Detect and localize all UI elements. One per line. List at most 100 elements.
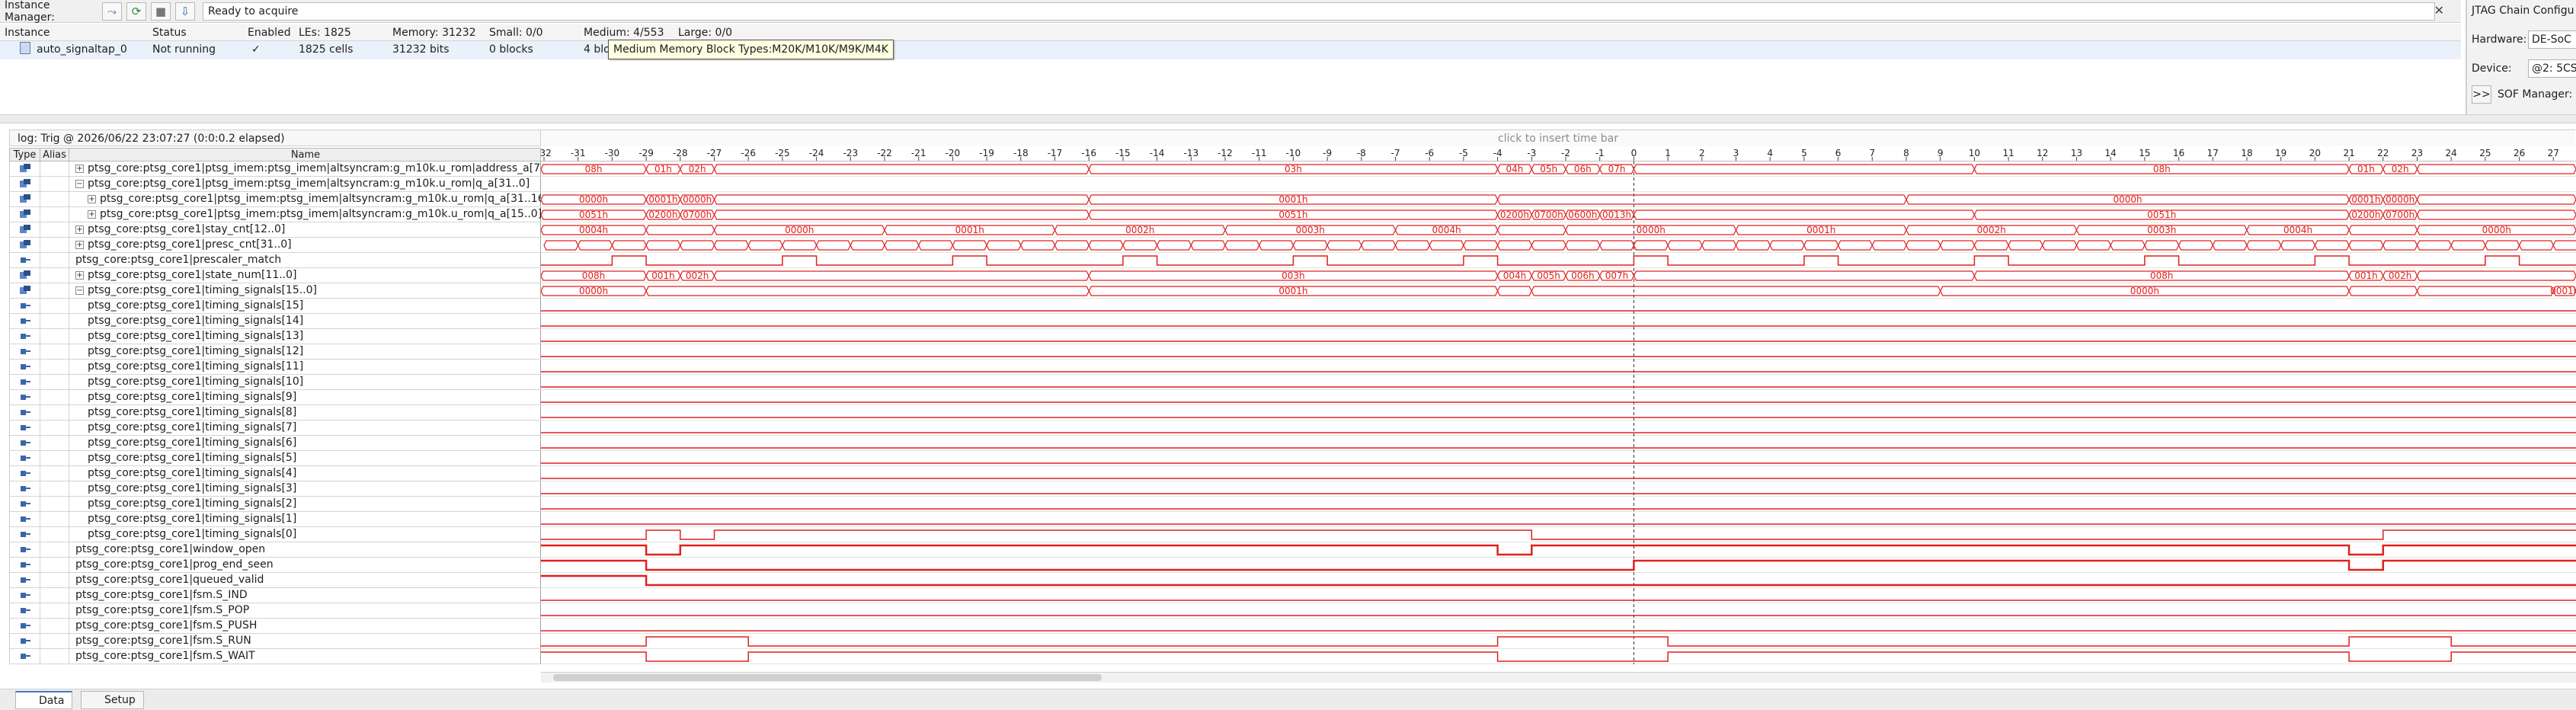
ruler-tick-label: 19 bbox=[2275, 148, 2286, 158]
bus-value-label: 0003h bbox=[1296, 225, 1325, 235]
signal-row[interactable]: − ptsg_core:ptsg_core1|timing_signals[15.… bbox=[10, 283, 541, 299]
signal-row[interactable]: − ptsg_core:ptsg_core1|ptsg_imem:ptsg_ime… bbox=[10, 177, 541, 192]
type-cell bbox=[10, 283, 40, 299]
ruler-tick-label: -15 bbox=[1115, 148, 1131, 158]
bus-value-label: 0000h bbox=[2386, 194, 2414, 205]
signal-wave bbox=[541, 651, 2576, 662]
expand-icon[interactable]: + bbox=[88, 195, 96, 203]
signal-type-icon bbox=[19, 392, 31, 402]
type-cell bbox=[10, 573, 40, 588]
bus-segment bbox=[1496, 286, 1532, 296]
ruler-tick-label: 10 bbox=[1969, 148, 1980, 158]
signal-row[interactable]: ptsg_core:ptsg_core1|fsm.S_WAIT bbox=[10, 649, 541, 664]
signal-row[interactable]: ptsg_core:ptsg_core1|timing_signals[11] bbox=[10, 360, 541, 375]
bus-segment bbox=[1633, 270, 1976, 281]
type-cell bbox=[10, 344, 40, 360]
signal-row[interactable]: ptsg_core:ptsg_core1|prog_end_seen bbox=[10, 558, 541, 573]
type-cell bbox=[10, 222, 40, 238]
expand-icon[interactable]: + bbox=[75, 165, 84, 173]
ruler-tick-label: -27 bbox=[707, 148, 722, 158]
tab-setup[interactable]: Setup bbox=[81, 691, 144, 709]
expand-icon[interactable]: + bbox=[75, 241, 84, 249]
read-data-icon[interactable]: ⇩ bbox=[175, 2, 195, 21]
ruler-tick-label: -13 bbox=[1183, 148, 1198, 158]
signal-name: ptsg_core:ptsg_core1|ptsg_imem:ptsg_imem… bbox=[100, 208, 542, 220]
signal-name: ptsg_core:ptsg_core1|ptsg_imem:ptsg_imem… bbox=[88, 178, 530, 190]
signal-row[interactable]: ptsg_core:ptsg_core1|timing_signals[13] bbox=[10, 329, 541, 344]
time-bar-hint[interactable]: click to insert time bar bbox=[541, 130, 2575, 146]
bus-value-label: 0051h bbox=[2147, 209, 2176, 220]
signal-type-icon bbox=[19, 651, 31, 661]
signal-row[interactable]: + ptsg_core:ptsg_core1|ptsg_imem:ptsg_ime… bbox=[10, 207, 542, 222]
instance-row[interactable]: auto_signaltap_0 Not running ✓ 1825 cell… bbox=[0, 41, 2461, 59]
col-instance: Instance bbox=[5, 27, 50, 39]
close-icon[interactable]: ✕ bbox=[2434, 3, 2444, 18]
alias-cell bbox=[40, 360, 69, 375]
panel-splitter[interactable] bbox=[0, 114, 2576, 123]
signal-row[interactable]: ptsg_core:ptsg_core1|timing_signals[7] bbox=[10, 421, 541, 436]
alias-cell bbox=[40, 375, 69, 390]
bus-value-label: 004h bbox=[1503, 270, 1527, 281]
instance-enabled-checkbox[interactable]: ✓ bbox=[251, 43, 261, 56]
run-analysis-icon[interactable]: ⟳ bbox=[126, 2, 146, 21]
alias-cell bbox=[40, 162, 69, 177]
signal-row[interactable]: ptsg_core:ptsg_core1|timing_signals[0] bbox=[10, 527, 541, 542]
signal-row[interactable]: ptsg_core:ptsg_core1|fsm.S_IND bbox=[10, 588, 541, 603]
signal-row[interactable]: ptsg_core:ptsg_core1|timing_signals[3] bbox=[10, 481, 541, 497]
signal-row[interactable]: ptsg_core:ptsg_core1|queued_valid bbox=[10, 573, 541, 588]
expand-icon[interactable]: + bbox=[75, 271, 84, 280]
bus-value-label: 0700h bbox=[683, 209, 712, 220]
signal-name: ptsg_core:ptsg_core1|timing_signals[5] bbox=[88, 452, 297, 464]
ruler-tick-label: -25 bbox=[775, 148, 790, 158]
type-cell bbox=[10, 207, 40, 222]
signal-row[interactable]: + ptsg_core:ptsg_core1|ptsg_imem:ptsg_ime… bbox=[10, 162, 558, 177]
signal-row[interactable]: ptsg_core:ptsg_core1|timing_signals[9] bbox=[10, 390, 541, 405]
signal-row[interactable]: + ptsg_core:ptsg_core1|stay_cnt[12..0] bbox=[10, 222, 541, 238]
signal-type-icon bbox=[19, 469, 31, 478]
collapse-icon[interactable]: − bbox=[75, 286, 84, 295]
signal-row[interactable]: ptsg_core:ptsg_core1|timing_signals[2] bbox=[10, 497, 541, 512]
signal-type-icon bbox=[19, 514, 31, 524]
signal-row[interactable]: ptsg_core:ptsg_core1|fsm.S_RUN bbox=[10, 634, 541, 649]
signal-row[interactable]: ptsg_core:ptsg_core1|timing_signals[12] bbox=[10, 344, 541, 360]
bus-type-icon bbox=[19, 225, 31, 235]
ruler-tick-label: 8 bbox=[1903, 148, 1909, 158]
signal-row[interactable]: + ptsg_core:ptsg_core1|state_num[11..0] bbox=[10, 268, 541, 283]
signal-row[interactable]: + ptsg_core:ptsg_core1|presc_cnt[31..0] bbox=[10, 238, 541, 253]
autorun-icon[interactable]: ⤳ bbox=[102, 2, 122, 21]
horizontal-scrollbar[interactable] bbox=[541, 672, 2576, 683]
signal-row[interactable]: ptsg_core:ptsg_core1|prescaler_match bbox=[10, 253, 541, 268]
signal-row[interactable]: ptsg_core:ptsg_core1|fsm.S_PUSH bbox=[10, 619, 541, 634]
collapse-icon[interactable]: − bbox=[75, 180, 84, 188]
type-cell bbox=[10, 268, 40, 283]
bus-value-label: 0001h bbox=[2550, 286, 2576, 296]
signal-row[interactable]: ptsg_core:ptsg_core1|timing_signals[8] bbox=[10, 405, 541, 421]
waveform-canvas[interactable]: 08h 01h 02h 03h 04h 05h 06h 07h 08h 01h 02h 0000h 00… bbox=[541, 162, 2576, 664]
tab-data[interactable]: Data bbox=[15, 691, 73, 709]
signal-row[interactable]: ptsg_core:ptsg_core1|timing_signals[10] bbox=[10, 375, 541, 390]
signal-row[interactable]: ptsg_core:ptsg_core1|timing_signals[1] bbox=[10, 512, 541, 527]
type-cell bbox=[10, 588, 40, 603]
stop-analysis-icon[interactable]: ■ bbox=[151, 2, 171, 21]
expand-icon[interactable]: + bbox=[88, 210, 96, 219]
device-select[interactable]: @2: 5CS bbox=[2528, 59, 2576, 78]
time-ruler[interactable]: -32-31-30-29-28-27-26-25-24-23-22-21-20-… bbox=[541, 148, 2576, 162]
signal-row[interactable]: ptsg_core:ptsg_core1|timing_signals[4] bbox=[10, 466, 541, 481]
type-cell bbox=[10, 299, 40, 314]
signal-row[interactable]: ptsg_core:ptsg_core1|window_open bbox=[10, 542, 541, 558]
scrollbar-thumb[interactable] bbox=[553, 674, 1102, 681]
bus-value-label: 02h bbox=[689, 164, 706, 174]
bus-segment bbox=[713, 164, 1090, 174]
expand-icon[interactable]: + bbox=[75, 225, 84, 234]
type-cell bbox=[10, 390, 40, 405]
hardware-select[interactable]: DE-SoC bbox=[2528, 30, 2576, 49]
signal-row[interactable]: ptsg_core:ptsg_core1|fsm.S_POP bbox=[10, 603, 541, 619]
signal-row[interactable]: ptsg_core:ptsg_core1|timing_signals[14] bbox=[10, 314, 541, 329]
sof-expand-button[interactable]: >> bbox=[2472, 85, 2491, 104]
signal-row[interactable]: ptsg_core:ptsg_core1|timing_signals[5] bbox=[10, 451, 541, 466]
alias-cell bbox=[40, 405, 69, 421]
signal-row[interactable]: ptsg_core:ptsg_core1|timing_signals[15] bbox=[10, 299, 541, 314]
signal-row[interactable]: ptsg_core:ptsg_core1|timing_signals[6] bbox=[10, 436, 541, 451]
signal-name: ptsg_core:ptsg_core1|fsm.S_IND bbox=[75, 589, 248, 601]
signal-row[interactable]: + ptsg_core:ptsg_core1|ptsg_imem:ptsg_ime… bbox=[10, 192, 549, 207]
